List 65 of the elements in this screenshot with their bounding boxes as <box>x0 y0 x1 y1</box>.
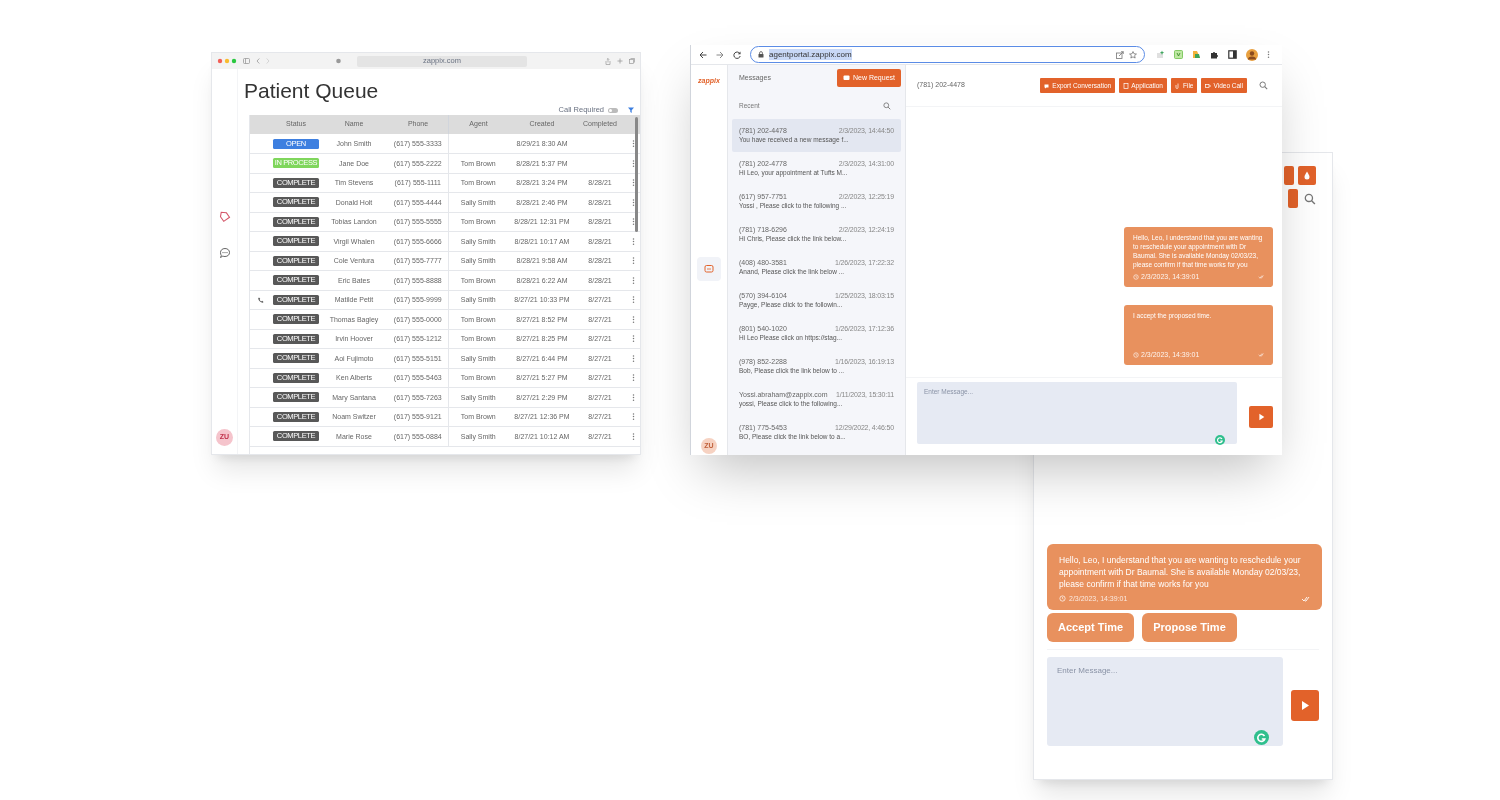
filter-icon[interactable] <box>628 107 634 113</box>
clock-icon <box>1059 595 1066 603</box>
message-input[interactable]: Enter Message... <box>1047 657 1283 746</box>
message-icon <box>704 263 714 274</box>
page-title: Patient Queue <box>243 78 379 104</box>
check-icon <box>1301 595 1310 603</box>
sidebar-icon[interactable] <box>243 58 250 64</box>
extension-icon[interactable] <box>1192 50 1201 59</box>
extension-icon[interactable] <box>1156 50 1165 59</box>
chat-icon <box>1044 82 1051 89</box>
more-icon[interactable] <box>632 412 635 422</box>
more-icon[interactable] <box>632 275 635 285</box>
clip-icon <box>1175 82 1181 89</box>
toolbar-button[interactable] <box>1298 166 1316 185</box>
more-icon[interactable] <box>632 314 635 324</box>
back-icon[interactable] <box>699 50 707 59</box>
star-icon[interactable] <box>1129 50 1137 59</box>
more-icon[interactable] <box>632 431 635 441</box>
document-icon <box>1123 82 1130 89</box>
more-icon[interactable] <box>632 139 635 148</box>
lock-icon <box>758 51 764 58</box>
more-icon[interactable] <box>1267 50 1270 59</box>
more-icon[interactable] <box>632 158 635 168</box>
check-icon <box>1258 352 1264 358</box>
grammar-icon[interactable] <box>1215 435 1225 445</box>
share-icon[interactable] <box>1116 50 1124 59</box>
search-icon[interactable] <box>1259 81 1268 90</box>
toggle-switch[interactable] <box>608 107 618 113</box>
forward-icon[interactable] <box>716 50 724 59</box>
more-icon[interactable] <box>632 353 635 363</box>
grammar-icon[interactable] <box>1254 730 1269 745</box>
check-icon <box>1258 274 1264 280</box>
more-icon[interactable] <box>632 178 635 188</box>
traffic-lights-icon[interactable] <box>217 58 237 64</box>
clock-icon <box>1133 351 1139 358</box>
side-panel-icon[interactable] <box>1228 50 1237 59</box>
more-icon[interactable] <box>632 392 635 402</box>
chat-tab[interactable] <box>697 256 721 281</box>
more-icon[interactable] <box>632 236 635 246</box>
tabs-icon[interactable] <box>629 58 635 64</box>
more-icon[interactable] <box>632 197 635 207</box>
tag-icon[interactable] <box>218 211 231 223</box>
phone-icon[interactable] <box>258 297 264 304</box>
more-icon[interactable] <box>632 295 635 305</box>
more-icon[interactable] <box>632 373 635 383</box>
send-button[interactable] <box>1291 689 1319 721</box>
message-text: Hello, Leo, I understand that you are wanting to reschedule your appointment with Dr Baumal. She is available Monday 02/03/23, please confirm if that time works for you <box>1059 553 1302 590</box>
play-icon <box>1257 412 1265 421</box>
extension-icon[interactable] <box>1174 50 1183 59</box>
play-icon <box>1300 699 1310 711</box>
more-icon[interactable] <box>632 256 635 266</box>
video-icon <box>1205 82 1212 89</box>
search-icon[interactable] <box>883 102 891 110</box>
drop-icon <box>1304 171 1310 180</box>
message-icon <box>842 75 850 81</box>
reload-icon[interactable] <box>733 50 741 59</box>
more-icon[interactable] <box>632 217 635 227</box>
chat-icon[interactable] <box>218 247 231 259</box>
send-button[interactable] <box>1249 405 1273 428</box>
puzzle-icon[interactable] <box>1210 50 1219 59</box>
more-icon[interactable] <box>632 334 635 344</box>
scrollbar[interactable] <box>635 117 638 232</box>
profile-avatar-icon[interactable] <box>1246 48 1258 61</box>
clock-icon <box>1133 273 1139 280</box>
search-icon[interactable] <box>1304 192 1316 205</box>
